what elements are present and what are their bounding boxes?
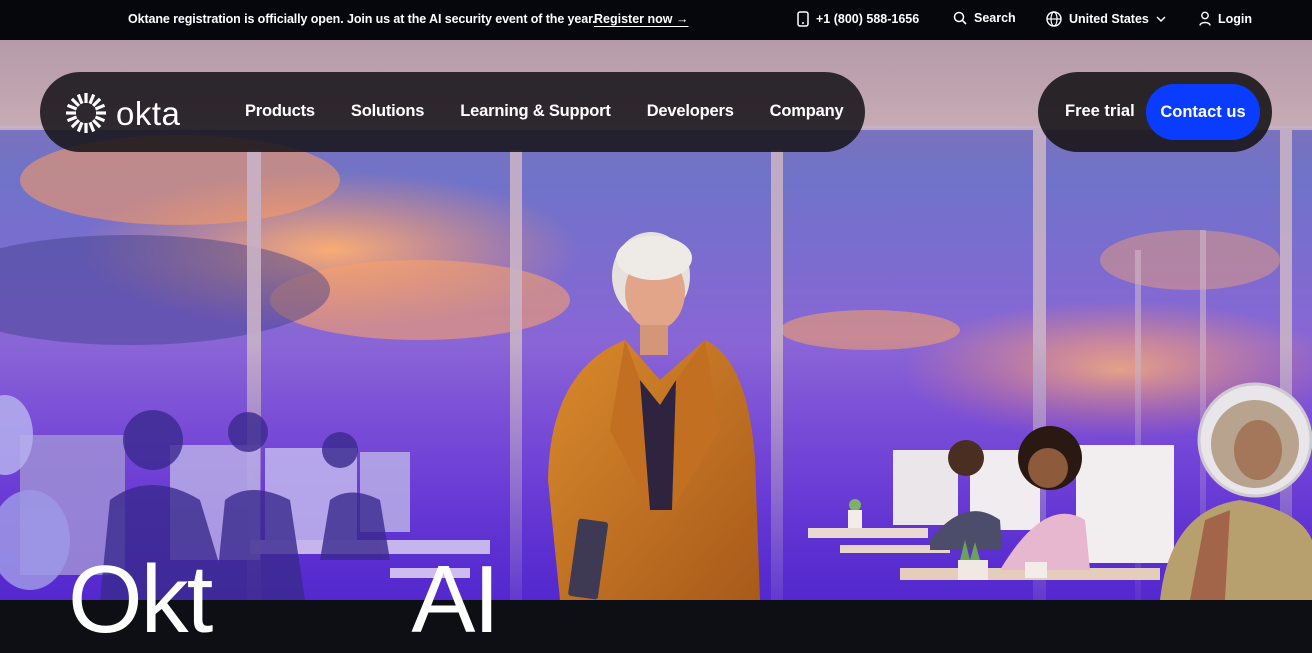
nav-item-solutions[interactable]: Solutions (351, 102, 425, 121)
phone-icon (797, 11, 809, 27)
hero-headline: Okt AI (68, 552, 500, 648)
phone-link[interactable]: +1 (800) 588-1656 (797, 11, 919, 27)
okta-wordmark: okta (116, 94, 181, 132)
nav-item-developers[interactable]: Developers (647, 102, 734, 121)
chevron-down-icon (1156, 15, 1166, 23)
free-trial-link[interactable]: Free trial (1065, 102, 1135, 121)
announcement-bar: Oktane registration is officially open. … (0, 0, 1312, 40)
nav-item-company[interactable]: Company (770, 102, 844, 121)
okta-logo[interactable]: okta (64, 91, 180, 140)
main-navigation: okta Products Solutions Learning & Suppo… (40, 72, 865, 152)
register-now-link[interactable]: Register now → (594, 12, 688, 26)
login-link[interactable]: Login (1199, 11, 1252, 26)
region-selector[interactable]: United States (1046, 11, 1166, 27)
cta-group: Free trial Contact us (1038, 72, 1272, 152)
globe-icon (1046, 11, 1062, 27)
login-label: Login (1218, 11, 1253, 26)
okta-sunburst-logo-icon (64, 91, 108, 140)
announcement-message: Oktane registration is officially open. … (128, 12, 596, 26)
search-label: Search (974, 11, 1016, 25)
search-button[interactable]: Search (953, 11, 1016, 25)
contact-us-button[interactable]: Contact us (1146, 84, 1260, 140)
nav-menu: Products Solutions Learning & Support De… (245, 102, 844, 121)
search-icon (953, 11, 967, 25)
user-icon (1199, 11, 1211, 26)
region-label: United States (1069, 12, 1149, 26)
nav-item-learning-support[interactable]: Learning & Support (460, 102, 611, 121)
nav-item-products[interactable]: Products (245, 102, 315, 121)
phone-number: +1 (800) 588-1656 (816, 12, 920, 26)
